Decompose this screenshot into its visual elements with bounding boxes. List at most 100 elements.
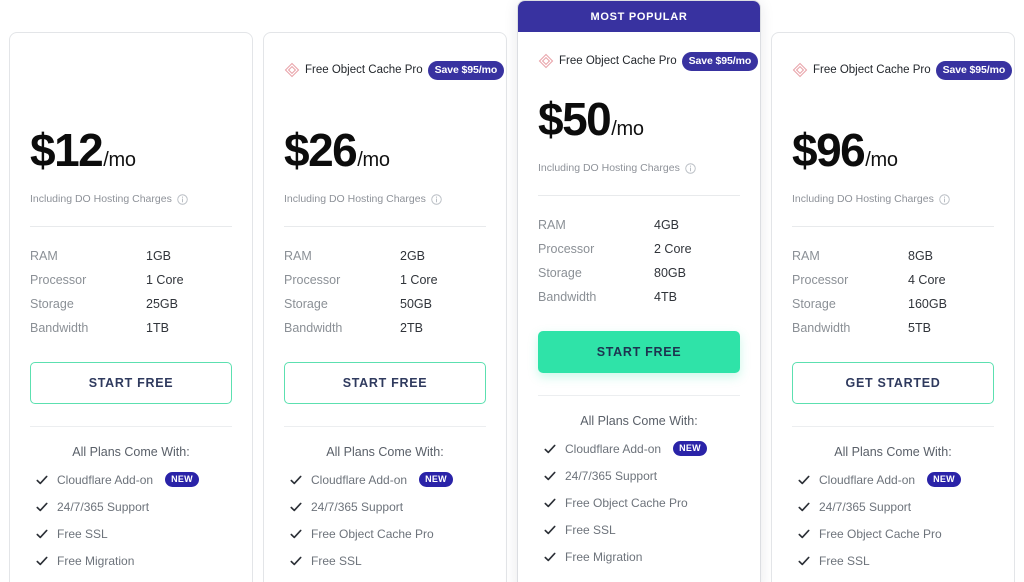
divider-features (792, 426, 994, 427)
pricing-card: Free Object Cache Pro Save $95/mo $96 /m… (771, 32, 1015, 582)
feature-label: Cloudflare Add-on (57, 472, 154, 487)
check-icon (544, 444, 556, 453)
check-icon (36, 556, 48, 566)
check-icon (798, 529, 810, 539)
header-spacer (30, 33, 232, 83)
feature-item: Cloudflare Add-on NEW (284, 465, 486, 493)
feature-list: Cloudflare Add-on NEW 24/7/365 Support Fr… (538, 434, 740, 570)
check-icon (544, 552, 556, 562)
divider (284, 226, 486, 227)
feature-label: Free SSL (819, 554, 870, 568)
spec-value-bandwidth: 1TB (146, 321, 169, 335)
feature-item: Free Migration (30, 547, 232, 574)
hosting-charges-label: Including DO Hosting Charges (538, 162, 680, 174)
feature-label: Free Object Cache Pro (819, 527, 942, 541)
spec-key-storage: Storage (284, 297, 328, 311)
check-icon (798, 556, 810, 566)
feature-label: Free Object Cache Pro (565, 496, 688, 510)
price-row: $50 /mo (538, 96, 740, 152)
feature-label: Free Migration (565, 550, 643, 564)
spec-key-processor: Processor (284, 273, 341, 287)
info-icon[interactable] (685, 162, 696, 174)
feature-label: Free SSL (57, 527, 108, 541)
feature-item: Free Object Cache Pro (284, 520, 486, 547)
save-badge: Save $95/mo (935, 60, 1013, 80)
check-icon (544, 498, 556, 508)
divider (538, 195, 740, 196)
new-badge: NEW (927, 472, 961, 487)
feature-item: Cloudflare Add-on NEW (792, 465, 994, 493)
spec-key-ram: RAM (538, 218, 566, 232)
new-badge: NEW (165, 472, 199, 487)
price-period: /mo (357, 149, 390, 171)
feature-item: Free Object Cache Pro (538, 489, 740, 516)
spec-key-ram: RAM (792, 249, 820, 263)
new-badge: NEW (673, 441, 707, 456)
spec-row-storage: Storage 50GB (284, 292, 486, 316)
price-amount: $50 (538, 93, 612, 145)
spec-key-bandwidth: Bandwidth (284, 321, 343, 335)
spec-list: RAM 4GB Processor 2 Core Storage 80GB Ba… (538, 213, 740, 309)
all-plans-title: All Plans Come With: (834, 445, 952, 459)
spec-key-ram: RAM (284, 249, 312, 263)
spec-row-bandwidth: Bandwidth 2TB (284, 316, 486, 340)
hosting-charges-note: Including DO Hosting Charges (792, 193, 994, 205)
feature-item: 24/7/365 Support (30, 493, 232, 520)
feature-list: Cloudflare Add-on NEW 24/7/365 Support Fr… (284, 465, 486, 582)
spec-list: RAM 8GB Processor 4 Core Storage 160GB B… (792, 244, 994, 340)
feature-item: 24/7/365 Support (792, 493, 994, 520)
object-cache-pro-label: Free Object Cache Pro (305, 64, 423, 76)
spec-value-ram: 4GB (654, 218, 680, 232)
spec-row-ram: RAM 2GB (284, 244, 486, 268)
all-plans-title: All Plans Come With: (72, 445, 190, 459)
feature-item: Free Migration (792, 574, 994, 582)
spec-value-processor: 1 Core (400, 273, 438, 287)
feature-item: Free SSL (538, 516, 740, 543)
spec-key-ram: RAM (30, 249, 58, 263)
price-row: $26 /mo (284, 127, 486, 183)
feature-item: Cloudflare Add-on NEW (30, 465, 232, 493)
info-icon[interactable] (177, 193, 188, 205)
spec-row-storage: Storage 25GB (30, 292, 232, 316)
spec-row-bandwidth: Bandwidth 1TB (30, 316, 232, 340)
spec-row-ram: RAM 8GB (792, 244, 994, 268)
spec-row-processor: Processor 1 Core (284, 268, 486, 292)
feature-label: 24/7/365 Support (565, 469, 658, 483)
feature-label: Cloudflare Add-on (565, 441, 662, 456)
price-row: $96 /mo (792, 127, 994, 183)
pricing-card: Free Object Cache Pro Save $95/mo $26 /m… (263, 32, 507, 582)
spec-key-storage: Storage (792, 297, 836, 311)
info-icon[interactable] (431, 193, 442, 205)
hosting-charges-note: Including DO Hosting Charges (284, 193, 486, 205)
hosting-charges-label: Including DO Hosting Charges (792, 193, 934, 205)
price-amount: $26 (284, 124, 358, 176)
feature-item: Free SSL (284, 547, 486, 574)
cta-button[interactable]: START FREE (284, 362, 486, 404)
spec-row-storage: Storage 80GB (538, 261, 740, 285)
feature-item: Free Object Cache Pro (792, 520, 994, 547)
divider (30, 226, 232, 227)
check-icon (798, 475, 810, 484)
divider-features (538, 395, 740, 396)
info-icon[interactable] (939, 193, 950, 205)
divider-features (284, 426, 486, 427)
hosting-charges-label: Including DO Hosting Charges (284, 193, 426, 205)
check-icon (36, 475, 48, 484)
price-period: /mo (103, 149, 136, 171)
hosting-charges-label: Including DO Hosting Charges (30, 193, 172, 205)
price-period: /mo (865, 149, 898, 171)
diamond-icon (284, 62, 300, 78)
spec-row-ram: RAM 4GB (538, 213, 740, 237)
spec-key-bandwidth: Bandwidth (792, 321, 851, 335)
cta-button[interactable]: START FREE (538, 331, 740, 373)
check-icon (36, 529, 48, 539)
cta-button[interactable]: GET STARTED (792, 362, 994, 404)
spec-value-processor: 2 Core (654, 242, 692, 256)
cta-button[interactable]: START FREE (30, 362, 232, 404)
check-icon (544, 525, 556, 535)
spec-value-bandwidth: 4TB (654, 290, 677, 304)
spec-key-storage: Storage (30, 297, 74, 311)
feature-item: Free Migration (284, 574, 486, 582)
spec-list: RAM 2GB Processor 1 Core Storage 50GB Ba… (284, 244, 486, 340)
new-badge: NEW (419, 472, 453, 487)
